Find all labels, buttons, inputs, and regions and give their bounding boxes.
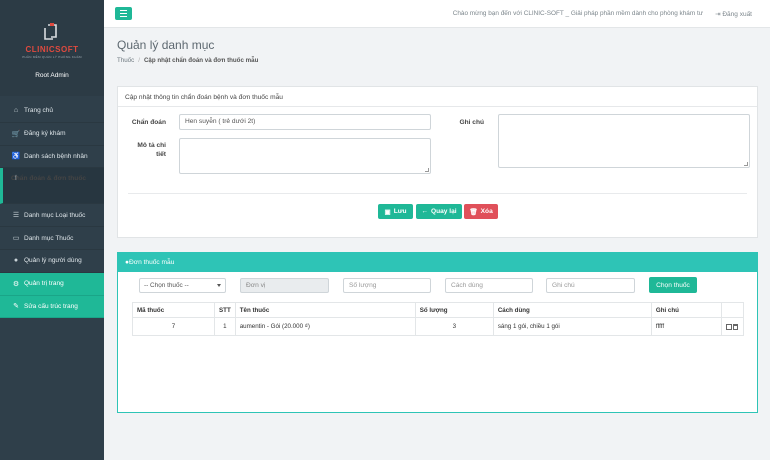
sidebar-item-drug-types[interactable]: ☰ Danh mục Loại thuốc <box>0 204 104 228</box>
form-divider <box>128 193 747 194</box>
list-icon: ☰ <box>12 212 20 220</box>
pill-icon: ▭ <box>12 235 20 243</box>
sidebar: CLINICSOFT PHẦN MỀM QUẢN LÝ PHÒNG KHÁM R… <box>0 0 104 460</box>
logout-icon: ⇥ <box>715 11 721 18</box>
cell-code: 7 <box>131 317 216 336</box>
welcome-text: Chào mừng bạn đến với CLINIC-SOFT _ Giải… <box>452 10 703 17</box>
back-label: Quay lại <box>430 208 457 215</box>
prescription-panel-title: Đơn thuốc mẫu <box>128 259 175 266</box>
sidebar-item-edit-structure[interactable]: ✎ Sửa cấu trúc trang <box>0 295 104 319</box>
back-button[interactable]: ← Quay lại <box>416 204 462 219</box>
sidebar-item-home[interactable]: ⌂ Trang chủ <box>0 100 104 123</box>
cell-note: fffff <box>650 317 722 336</box>
usage-input[interactable]: Cách dùng <box>445 278 533 293</box>
arrow-left-icon: ← <box>421 208 428 215</box>
delete-label: Xóa <box>480 208 493 215</box>
logo[interactable]: CLINICSOFT PHẦN MỀM QUẢN LÝ PHÒNG KHÁM R… <box>0 0 104 96</box>
sidebar-item-site-admin[interactable]: ⚙ Quản trị trang <box>0 272 104 296</box>
detail-label: Mô tả chi tiết <box>137 142 166 158</box>
sidebar-item-label: Danh mục Loại thuốc <box>24 211 86 219</box>
cell-usage: sáng 1 gói, chiều 1 gói <box>492 317 652 336</box>
save-button[interactable]: ▣ Lưu <box>378 204 413 219</box>
sidebar-item-drugs[interactable]: ▭ Danh mục Thuốc <box>0 227 104 250</box>
save-icon: ▣ <box>384 208 391 216</box>
quantity-input[interactable]: Số lượng <box>343 278 431 293</box>
logo-subtitle: PHẦN MỀM QUẢN LÝ PHÒNG KHÁM <box>22 55 82 59</box>
column-header: Ghi chú <box>650 302 722 318</box>
sidebar-item-label: Quản lý người dùng <box>24 257 82 265</box>
column-header: Mã thuốc <box>131 302 216 318</box>
sidebar-item-diagnosis[interactable]: ⚕ Chẩn đoán & đơn thuốc <box>0 168 104 205</box>
topbar: Chào mừng bạn đến với CLINIC-SOFT _ Giải… <box>104 0 770 28</box>
logout-label: Đăng xuất <box>722 11 752 18</box>
sidebar-item-users[interactable]: ● Quản lý người dùng <box>0 250 104 273</box>
diagnosis-form-panel: Cập nhật thông tin chẩn đoán bệnh và đơn… <box>117 86 758 238</box>
gear-icon: ⚙ <box>12 280 20 288</box>
sidebar-item-label: Danh mục Thuốc <box>24 234 74 242</box>
note-label: Ghi chú <box>459 119 484 126</box>
sidebar-item-register[interactable]: 🛒 Đăng ký khám <box>0 123 104 146</box>
cell-name: aumentin - Gói (20.000 ₫) <box>234 317 416 336</box>
sidebar-item-label: Sửa cấu trúc trang <box>24 302 78 310</box>
edit-icon[interactable] <box>726 323 733 330</box>
diagnosis-input[interactable]: Hen suyễn ( trẻ dưới 2t) <box>179 114 431 130</box>
diagnosis-label: Chẩn đoán <box>131 119 166 126</box>
panel-title: Cập nhật thông tin chẩn đoán bệnh và đơn… <box>118 87 757 107</box>
user-icon: ● <box>13 257 19 265</box>
sidebar-item-label: Đăng ký khám <box>24 130 66 138</box>
drug-select-value: -- Chọn thuốc -- <box>144 282 189 289</box>
logout-link[interactable]: ⇥ Đăng xuất <box>715 10 752 18</box>
table-row: 7 1 aumentin - Gói (20.000 ₫) 3 sáng 1 g… <box>131 317 745 336</box>
detail-textarea[interactable] <box>179 138 431 174</box>
sidebar-item-label: Quản trị trang <box>24 280 64 288</box>
user-name: Root Admin <box>35 72 69 79</box>
sidebar-menu: ⌂ Trang chủ 🛒 Đăng ký khám ♿ Danh sách b… <box>0 100 104 319</box>
note-textarea[interactable] <box>498 114 750 168</box>
menu-toggle-button[interactable] <box>115 7 132 20</box>
table-header-row: Mã thuốc STT Tên thuốc Số lượng Cách dùn… <box>131 302 745 318</box>
cell-stt: 1 <box>214 317 236 336</box>
column-header: STT <box>214 302 236 318</box>
column-header <box>720 302 745 318</box>
sidebar-item-patients[interactable]: ♿ Danh sách bệnh nhân <box>0 146 104 169</box>
clinicsoft-logo-icon <box>37 22 67 42</box>
page-title: Quản lý danh mục <box>117 38 215 52</box>
cart-icon: 🛒 <box>11 130 21 138</box>
column-header: Cách dùng <box>492 302 652 318</box>
breadcrumb-current: Cập nhật chẩn đoán và đơn thuốc mẫu <box>143 57 259 64</box>
unit-input: Đơn vị <box>240 278 329 293</box>
sidebar-item-label: Danh sách bệnh nhân <box>24 152 88 160</box>
note-input[interactable]: Ghi chú <box>546 278 635 293</box>
sidebar-item-label: Trang chủ <box>24 107 54 115</box>
chevron-down-icon <box>217 284 221 287</box>
cell-qty: 3 <box>414 317 494 336</box>
trash-icon: 🗑 <box>469 208 478 216</box>
breadcrumb-link[interactable]: Thuốc <box>117 57 134 64</box>
breadcrumb: Thuốc / Cập nhật chẩn đoán và đơn thuốc mẫ… <box>117 57 259 64</box>
save-label: Lưu <box>393 208 407 215</box>
drug-select[interactable]: -- Chọn thuốc -- <box>139 278 226 293</box>
column-header: Số lượng <box>414 302 494 318</box>
prescription-table: Mã thuốc STT Tên thuốc Số lượng Cách dùn… <box>131 302 745 336</box>
cell-actions <box>720 317 745 336</box>
wheelchair-icon: ♿ <box>11 153 21 161</box>
column-header: Tên thuốc <box>234 302 416 318</box>
prescription-panel-header: ●Đơn thuốc mẫu <box>118 253 757 272</box>
logo-text: CLINICSOFT <box>25 45 79 54</box>
choose-drug-button[interactable]: Chọn thuốc <box>649 277 697 293</box>
delete-button[interactable]: 🗑 Xóa <box>464 204 498 219</box>
home-icon: ⌂ <box>13 107 19 115</box>
sidebar-item-label: Chẩn đoán & đơn thuốc <box>11 175 87 183</box>
prescription-panel: ●Đơn thuốc mẫu -- Chọn thuốc -- Đơn vị S… <box>117 252 758 413</box>
wrench-icon: ✎ <box>13 303 19 311</box>
trash-icon[interactable] <box>733 323 739 330</box>
